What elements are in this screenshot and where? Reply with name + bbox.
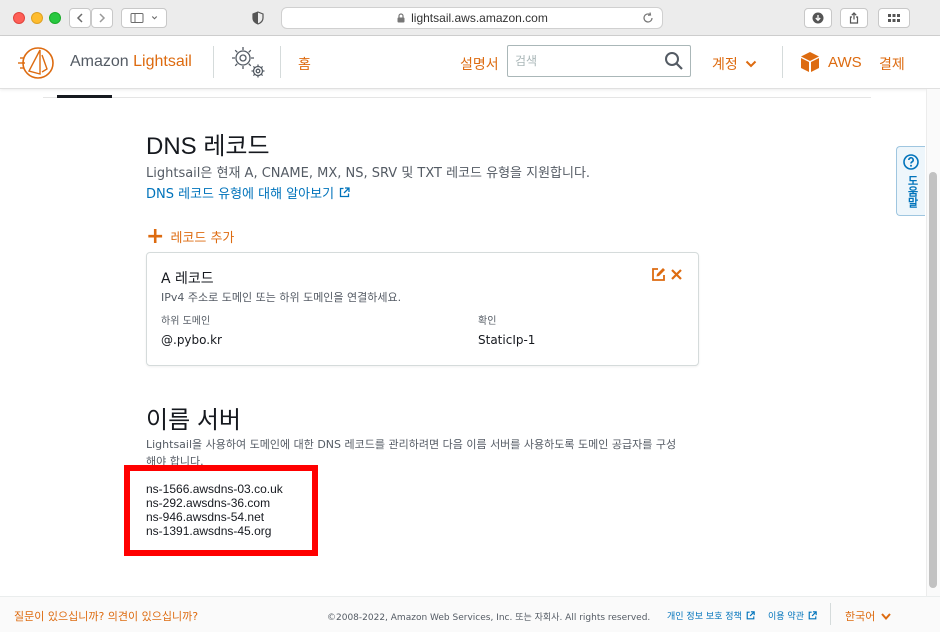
aws-label: AWS — [828, 53, 862, 71]
address-url: lightsail.aws.amazon.com — [411, 11, 548, 25]
copyright-text: ©2008-2022, Amazon Web Services, Inc. 또는… — [327, 613, 651, 623]
help-panel-tab[interactable]: 도움말 — [896, 146, 925, 216]
grid-icon — [888, 14, 900, 22]
zoom-window-button[interactable] — [49, 12, 61, 24]
privacy-shield-button[interactable] — [244, 8, 272, 28]
back-button[interactable] — [69, 8, 91, 28]
nav-home-link[interactable]: 홈 — [298, 54, 311, 74]
lightsail-logo-icon[interactable] — [16, 44, 60, 82]
lightsail-header: Amazon Lightsail 홈 설명서 계정 AWS 결제 — [0, 36, 940, 89]
learn-link-label: DNS 레코드 유형에 대해 알아보기 — [146, 187, 335, 202]
aws-console-link[interactable]: AWS — [798, 50, 862, 74]
subdomain-value: @.pybo.kr — [161, 333, 222, 347]
chevron-down-icon — [745, 60, 756, 68]
help-tab-label: 도움말 — [906, 175, 919, 208]
chevron-down-icon — [881, 612, 892, 620]
record-type-title: A 레코드 — [161, 271, 214, 287]
language-label: 한국어 — [845, 610, 876, 623]
dns-records-description: Lightsail은 현재 A, CNAME, MX, NS, SRV 및 TX… — [146, 166, 591, 181]
external-link-icon — [808, 611, 817, 620]
record-type-description: IPv4 주소로 도메인 또는 하위 도메인을 연결하세요. — [161, 291, 402, 304]
page-footer: 질문이 있으십니까? 의견이 있으십니까? ©2008-2022, Amazon… — [0, 596, 940, 632]
forward-button[interactable] — [91, 8, 113, 28]
downloads-button[interactable] — [804, 8, 832, 28]
tab-overview-button[interactable] — [878, 8, 910, 28]
language-selector[interactable]: 한국어 — [845, 608, 892, 624]
shield-icon — [252, 11, 264, 25]
chevron-left-icon — [76, 13, 83, 23]
terms-of-use-link[interactable]: 이용 약관 — [768, 609, 817, 622]
privacy-policy-link[interactable]: 개인 정보 보호 정책 — [667, 609, 755, 622]
search-input[interactable] — [508, 46, 658, 76]
sidebar-icon — [130, 13, 143, 23]
a-record-card: A 레코드 IPv4 주소로 도메인 또는 하위 도메인을 연결하세요. 하위 … — [146, 252, 699, 366]
name-servers-title: 이름 서버 — [146, 407, 241, 434]
chevron-right-icon — [99, 13, 106, 23]
aws-cube-icon — [801, 52, 819, 72]
resolves-to-label: 확인 — [478, 316, 497, 327]
footer-divider — [830, 603, 831, 625]
active-tab-indicator — [57, 95, 112, 98]
scrollbar-thumb[interactable] — [929, 172, 937, 588]
terms-label: 이용 약관 — [768, 612, 804, 622]
feedback-link[interactable]: 질문이 있으십니까? 의견이 있으십니까? — [14, 608, 198, 624]
brand-name[interactable]: Amazon Lightsail — [70, 53, 192, 71]
tab-divider — [43, 97, 871, 98]
nav-documentation-link[interactable]: 설명서 — [460, 54, 499, 74]
header-divider — [280, 46, 281, 78]
share-icon — [849, 12, 859, 24]
learn-dns-record-types-link[interactable]: DNS 레코드 유형에 대해 알아보기 — [146, 183, 350, 202]
download-icon — [812, 12, 824, 24]
privacy-policy-label: 개인 정보 보호 정책 — [667, 612, 742, 622]
highlight-box — [124, 465, 318, 556]
reload-icon[interactable] — [642, 12, 654, 24]
edit-icon[interactable] — [651, 267, 666, 282]
subdomain-label: 하위 도메인 — [161, 316, 211, 327]
chevron-down-icon — [151, 16, 157, 20]
add-record-label: 레코드 추가 — [170, 231, 235, 246]
header-divider — [782, 46, 783, 78]
plus-icon: + — [146, 223, 165, 249]
billing-link[interactable]: 결제 — [879, 54, 905, 74]
help-icon — [903, 154, 919, 170]
dns-records-title: DNS 레코드 — [146, 133, 270, 160]
lock-icon — [397, 13, 405, 23]
resolves-to-value: StaticIp-1 — [478, 333, 536, 347]
account-label: 계정 — [712, 57, 738, 73]
header-divider — [213, 46, 214, 78]
minimize-window-button[interactable] — [31, 12, 43, 24]
close-window-button[interactable] — [13, 12, 25, 24]
external-link-icon — [339, 187, 350, 198]
search-icon[interactable] — [664, 51, 684, 71]
delete-icon[interactable] — [669, 267, 684, 282]
add-record-button[interactable]: + 레코드 추가 — [146, 223, 235, 249]
address-bar[interactable]: lightsail.aws.amazon.com — [281, 7, 663, 29]
search-box[interactable] — [507, 45, 691, 77]
gear-icon[interactable] — [225, 42, 271, 82]
brand-prefix: Amazon — [70, 53, 129, 70]
browser-titlebar: lightsail.aws.amazon.com — [0, 0, 940, 36]
brand-product: Lightsail — [133, 53, 192, 70]
external-link-icon — [746, 611, 755, 620]
sidebar-toggle-button[interactable] — [121, 8, 167, 28]
share-button[interactable] — [840, 8, 868, 28]
account-menu[interactable]: 계정 — [712, 54, 757, 74]
